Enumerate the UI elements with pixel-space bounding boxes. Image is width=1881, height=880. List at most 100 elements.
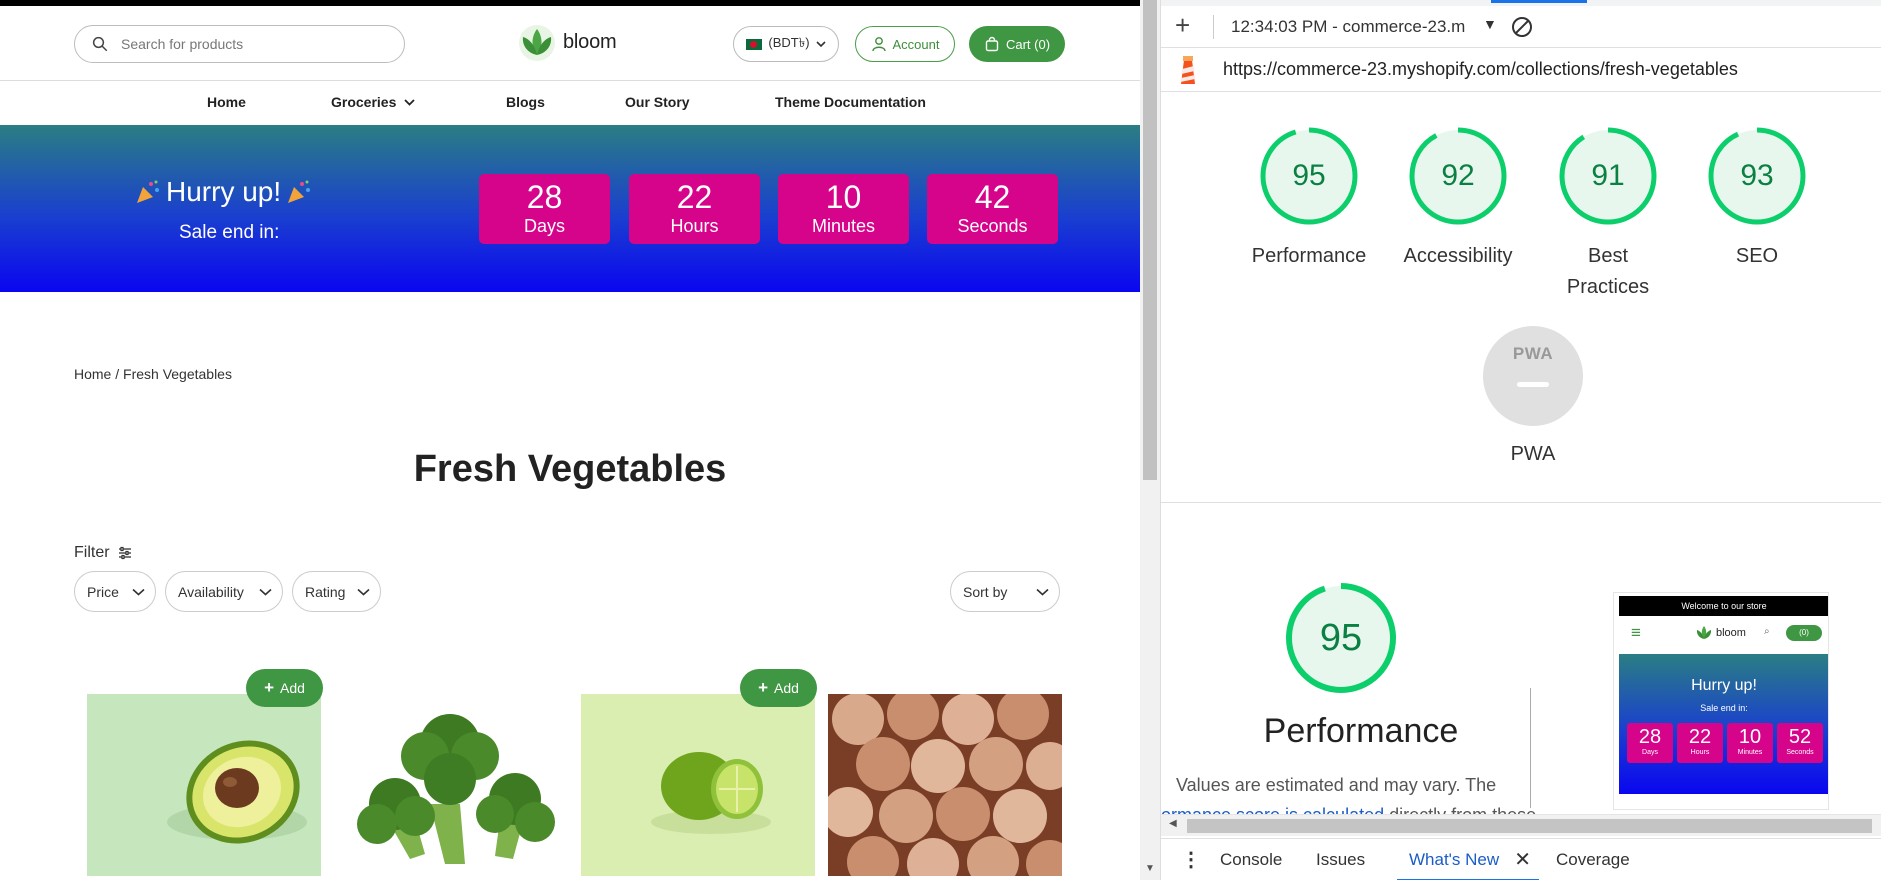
banner-headline: Hurry up! (134, 176, 313, 208)
drawer-tab-issues[interactable]: Issues (1316, 839, 1365, 880)
nav-divider (0, 80, 1140, 81)
store-logo[interactable]: bloom (517, 22, 617, 62)
scrollbar-thumb[interactable] (1187, 819, 1872, 833)
plus-icon: + (264, 678, 274, 697)
thumb-welcome-bar: Welcome to our store (1619, 596, 1828, 616)
report-selector[interactable]: 12:34:03 PM - commerce-23.m (1231, 17, 1465, 37)
nav-label: Groceries (331, 94, 397, 110)
toolbar-divider (1213, 15, 1214, 39)
scroll-down-arrow-icon[interactable]: ▼ (1145, 863, 1155, 874)
account-button[interactable]: Account (855, 26, 955, 62)
final-screenshot-thumbnail[interactable]: Welcome to our store ≡ bloom ⌕ (0) Hurry… (1613, 592, 1829, 810)
thumb-countdown-box: 52 Seconds (1777, 723, 1823, 763)
thumb-subtext: Sale end in: (1700, 703, 1748, 713)
chevron-down-icon (357, 588, 370, 596)
broccoli-image (335, 694, 569, 876)
drawer-tab-coverage[interactable]: Coverage (1556, 839, 1630, 880)
thumb-countdown-unit: Seconds (1786, 749, 1814, 756)
score-value: 92 (1441, 159, 1475, 192)
pwa-badge[interactable]: PWA (1483, 326, 1583, 426)
score-gauge-accessibility[interactable]: 92 (1408, 126, 1508, 226)
product-image-broccoli[interactable] (335, 694, 569, 876)
horizontal-scrollbar[interactable]: ◀ (1161, 814, 1881, 836)
nav-label: Our Story (625, 94, 690, 110)
score-value: 91 (1591, 159, 1625, 192)
dropdown-triangle-icon[interactable]: ▼ (1483, 16, 1497, 32)
search-input[interactable]: Search for products (74, 25, 405, 63)
new-report-plus-icon[interactable]: + (1175, 10, 1190, 40)
sort-by-select[interactable]: Sort by (950, 571, 1060, 612)
lighthouse-icon (1180, 56, 1195, 84)
thumb-countdown-box: 28 Days (1627, 723, 1673, 763)
drawer-tab-console[interactable]: Console (1220, 839, 1282, 880)
party-popper-icon (137, 180, 159, 203)
tab-label: What's New (1409, 850, 1500, 869)
search-placeholder: Search for products (121, 36, 244, 52)
product-image-lime[interactable] (581, 694, 815, 876)
score-value: 95 (1319, 617, 1363, 659)
nav-theme-docs[interactable]: Theme Documentation (775, 93, 926, 111)
kebab-menu-icon[interactable]: ⋮ (1181, 839, 1201, 880)
add-to-cart-button[interactable]: + Add (246, 669, 323, 707)
nav-our-story[interactable]: Our Story (625, 93, 690, 111)
nav-blogs[interactable]: Blogs (506, 93, 545, 111)
filter-button-label: Price (87, 583, 119, 600)
nav-label: Theme Documentation (775, 94, 926, 110)
add-to-cart-button[interactable]: + Add (740, 669, 817, 707)
cart-button[interactable]: Cart (0) (969, 26, 1065, 62)
scrollbar-thumb[interactable] (1143, 0, 1157, 480)
drawer-tab-whats-new[interactable]: What's New ✕ (1397, 839, 1539, 880)
add-label: Add (280, 680, 305, 696)
chevron-down-icon (259, 588, 272, 596)
report-url[interactable]: https://commerce-23.myshopify.com/collec… (1223, 59, 1738, 80)
clear-block-icon[interactable] (1510, 15, 1534, 39)
filter-button-label: Rating (305, 583, 346, 600)
filter-availability[interactable]: Availability (165, 571, 283, 612)
countdown-seconds: 42 Seconds (927, 174, 1058, 244)
pwa-badge-text: PWA (1512, 344, 1554, 363)
sort-label: Sort by (963, 583, 1008, 600)
filter-rating[interactable]: Rating (292, 571, 381, 612)
devtools-drawer-tabs: ⋮ Console Issues What's New ✕ Coverage (1161, 838, 1881, 880)
close-icon[interactable]: ✕ (1514, 839, 1531, 880)
onion-image (828, 694, 1062, 876)
product-image-avocado[interactable] (87, 694, 321, 876)
thumb-countdown-unit: Minutes (1737, 749, 1763, 756)
banner-headline-text: Hurry up! (166, 176, 282, 207)
countdown-value: 42 (974, 179, 1011, 215)
countdown-value: 10 (825, 179, 862, 215)
score-label: Accessibility (1403, 245, 1513, 267)
thumb-countdown-value: 10 (1738, 726, 1762, 748)
cart-label: Cart (0) (1005, 36, 1051, 52)
countdown-value: 22 (676, 179, 713, 215)
currency-selector[interactable]: (BDT৳) (733, 26, 839, 62)
chevron-down-icon (1036, 588, 1049, 596)
banner-subtext: Sale end in: (179, 222, 280, 243)
breadcrumb[interactable]: Home / Fresh Vegetables (74, 366, 232, 382)
score-label: Best Practices (1566, 245, 1650, 298)
thumb-countdown-unit: Hours (1690, 749, 1710, 756)
score-gauge-performance[interactable]: 95 (1259, 126, 1359, 226)
chevron-down-icon (132, 588, 145, 596)
filter-toggle[interactable]: Filter (74, 544, 132, 562)
thumb-headline: Hurry up! (1691, 677, 1757, 694)
description-line: Values are estimated and may vary. The (1176, 775, 1497, 795)
nav-label: Blogs (506, 94, 545, 110)
filter-price[interactable]: Price (74, 571, 156, 612)
nav-groceries[interactable]: Groceries (331, 93, 416, 111)
announcement-strip (0, 0, 1140, 6)
lotus-logo-icon (519, 25, 555, 61)
currency-label: (BDT৳) (768, 34, 810, 50)
user-icon (871, 37, 886, 52)
bangladesh-flag-icon (746, 38, 763, 50)
scroll-left-arrow-icon[interactable]: ◀ (1169, 818, 1177, 829)
active-tab-indicator (1491, 0, 1587, 3)
page-scrollbar[interactable]: ▼ (1140, 0, 1160, 880)
lighthouse-toolbar: + 12:34:03 PM - commerce-23.m ▼ (1161, 6, 1881, 48)
countdown-unit: Seconds (957, 216, 1028, 236)
product-image-onion[interactable] (828, 694, 1062, 876)
nav-home[interactable]: Home (207, 93, 246, 111)
countdown-unit: Days (523, 216, 565, 236)
score-gauge-best-practices[interactable]: 91 (1558, 126, 1658, 226)
score-gauge-seo[interactable]: 93 (1707, 126, 1807, 226)
